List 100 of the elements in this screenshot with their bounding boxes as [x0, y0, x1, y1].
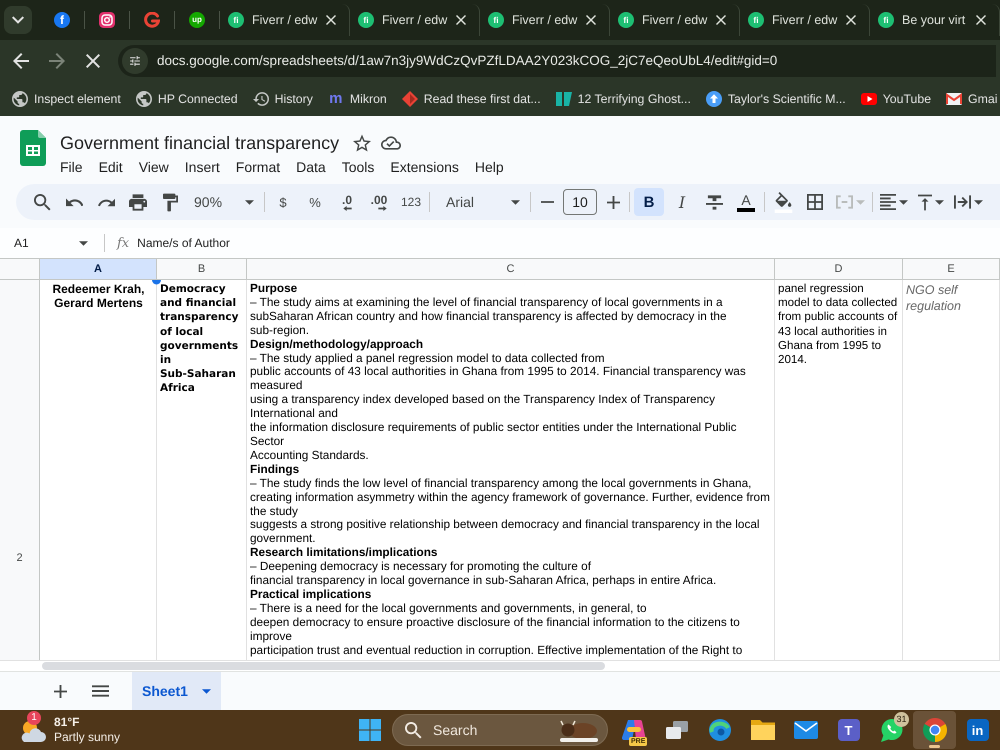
history-icon [252, 90, 269, 106]
menu-item[interactable]: File [52, 157, 91, 177]
spreadsheet-logo-icon [20, 130, 46, 166]
letter-logo-icon: fi [618, 12, 634, 28]
row-header[interactable]: 2 [0, 280, 40, 660]
bookmark-link[interactable]: 12 Terrifying Ghost... [550, 86, 697, 110]
diamond-icon [402, 90, 418, 106]
browser-tab[interactable]: fi Fiverr / edw [740, 4, 870, 36]
plus-icon [54, 684, 66, 698]
italic-button[interactable]: I [668, 188, 696, 216]
document-title[interactable]: Government financial transparency [60, 132, 340, 154]
caret-icon [899, 200, 908, 204]
upload-icon [706, 90, 722, 106]
menu-item[interactable]: Help [466, 157, 512, 177]
bookmark-link[interactable]: YouTube [854, 88, 938, 110]
browser-tab[interactable]: fi Fiverr / edw [220, 4, 350, 36]
wave-logo-icon [708, 719, 730, 741]
letter-logo-icon: fi [748, 12, 764, 28]
column-header[interactable]: E [903, 259, 1000, 280]
close-icon [716, 15, 726, 25]
weather-text: Partly sunny [54, 730, 120, 745]
align-top-icon [918, 194, 932, 210]
color-swatch-icon [737, 208, 755, 212]
bold-button[interactable]: B [634, 188, 664, 216]
four-squares-icon [359, 719, 381, 741]
browser-tab[interactable]: fi Be your virt [870, 4, 1000, 36]
caret-icon [202, 688, 211, 694]
search-icon [34, 194, 50, 210]
menu-item[interactable]: View [130, 157, 177, 177]
bookmark-link[interactable]: Gmai [940, 88, 1000, 110]
strikethrough-icon [706, 194, 722, 210]
column-header[interactable]: D [775, 259, 903, 280]
globe-icon [12, 90, 28, 106]
taskbar-app-button[interactable] [913, 711, 956, 749]
formula-field[interactable]: Name/s of Author [137, 236, 230, 250]
font-dropdown[interactable]: Arial [434, 188, 526, 216]
menu-item[interactable]: Format [228, 157, 288, 177]
column-header[interactable]: A [40, 259, 157, 280]
plus-icon [606, 196, 620, 208]
letter-tile-icon: T [838, 719, 860, 741]
currency-format-button[interactable]: $ [269, 188, 297, 216]
font-size-field[interactable]: 10 [563, 189, 597, 215]
address-field[interactable]: docs.google.com/spreadsheets/d/1aw7n3jy9WdCzQvPZfLDAA2Y023kCOG_2jC7eQeoUbL4/edit#gid=0 [118, 44, 996, 76]
menu-item[interactable]: Data [288, 157, 334, 177]
close-icon [586, 15, 596, 25]
caret-icon [856, 200, 865, 204]
close-icon [456, 15, 466, 25]
percent-format-button[interactable]: % [301, 188, 329, 216]
chevron-down-icon [12, 16, 24, 24]
letter-logo-icon: fi [358, 12, 374, 28]
grid-icon [807, 194, 823, 210]
close-icon [86, 54, 100, 68]
caret-icon [935, 200, 944, 204]
paint-roller-icon [162, 192, 178, 212]
more-formats-button[interactable]: 123 [397, 188, 425, 216]
bookmark-link[interactable]: HP Connected [130, 86, 244, 110]
round-logo-icon [922, 718, 946, 742]
taskbar-app-button[interactable]: in [956, 711, 999, 749]
back-arrow-icon [13, 52, 29, 68]
play-icon [860, 92, 877, 104]
bookmark-link[interactable]: History [246, 86, 319, 110]
name-box-field[interactable]: A1 [8, 231, 94, 255]
browser-tab[interactable]: fi Fiverr / edw [610, 4, 740, 36]
pinned-tab[interactable]: f [40, 5, 84, 35]
browser-tab[interactable]: fi Fiverr / edw [480, 4, 610, 36]
letter-logo-icon: f [54, 12, 70, 28]
menu-item[interactable]: Insert [176, 157, 228, 177]
letter-logo-icon: fi [488, 12, 504, 28]
star-icon [353, 134, 372, 152]
camera-icon [99, 12, 115, 28]
temperature-text: 81°F [54, 715, 80, 730]
search-icon [405, 722, 422, 738]
decrease-decimal-button[interactable]: .0 [333, 188, 361, 216]
browser-tab[interactable]: fi Fiverr / edw [350, 4, 480, 36]
menu-item[interactable]: Edit [90, 157, 131, 177]
horizontal-scrollbar[interactable] [42, 662, 605, 670]
search-field[interactable]: Search [392, 714, 608, 746]
tab-search-button[interactable] [4, 6, 32, 34]
paint-bucket-icon [774, 192, 792, 212]
bookmark-link[interactable]: Inspect element [6, 86, 127, 110]
forward-arrow-icon [49, 52, 65, 68]
star-button[interactable] [351, 132, 374, 154]
undo-icon [66, 196, 82, 208]
sheet-tab[interactable]: Sheet1 [132, 672, 221, 710]
column-header[interactable]: C [247, 259, 775, 280]
bookmark-link[interactable]: m Mikron [322, 86, 393, 110]
gradient-logo-icon [622, 719, 646, 741]
caret-icon [511, 200, 520, 204]
zoom-dropdown[interactable]: 90% [188, 188, 260, 216]
menu-item[interactable]: Tools [334, 157, 382, 177]
close-icon [976, 15, 986, 25]
column-header[interactable]: B [157, 259, 247, 280]
wrap-icon [954, 195, 971, 209]
bookmark-link[interactable]: Taylor's Scientific M... [700, 86, 852, 110]
menu-item[interactable]: Extensions [382, 157, 467, 177]
taskbar-app-button[interactable]: 31 [870, 711, 913, 749]
taskbar-app-button[interactable]: T [827, 711, 870, 749]
bookmark-link[interactable]: Read these first dat... [396, 86, 547, 110]
increase-decimal-button[interactable]: .00 [365, 188, 393, 216]
text-color-button[interactable]: A [732, 188, 760, 216]
